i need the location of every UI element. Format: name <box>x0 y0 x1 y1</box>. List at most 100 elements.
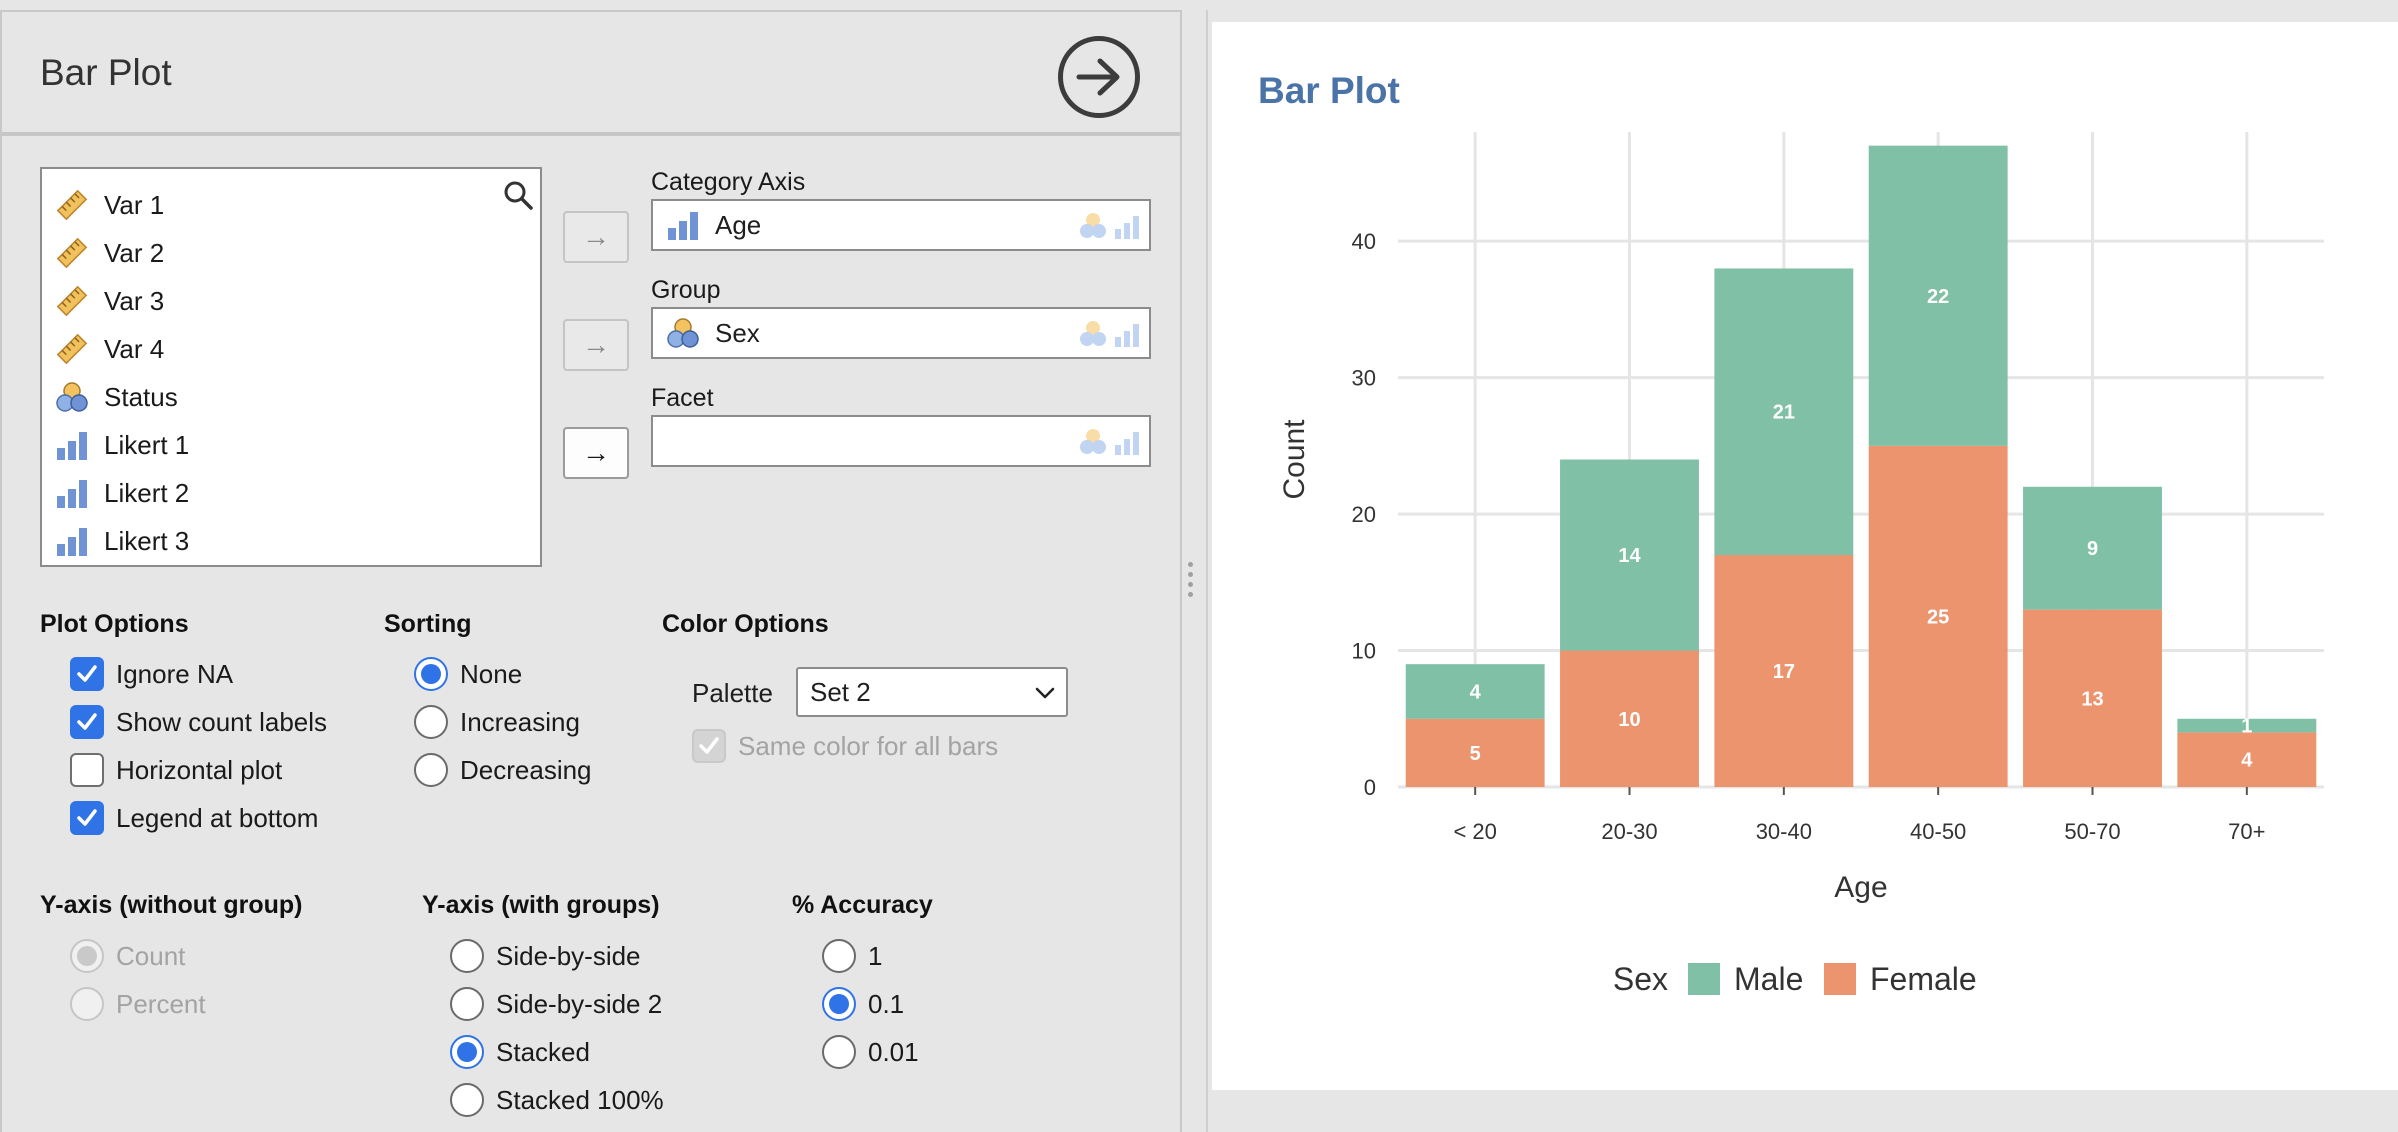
category-axis-label: Category Axis <box>651 168 806 196</box>
facet-field[interactable] <box>651 415 1151 467</box>
radio-selected-icon <box>414 657 448 691</box>
arrow-right-icon: → <box>582 329 610 360</box>
sorting-option-label: None <box>460 658 523 689</box>
radio-selected-icon <box>822 987 856 1021</box>
x-tick-label: 50-70 <box>2064 819 2120 844</box>
variable-item[interactable]: Var 1 <box>54 183 164 227</box>
panel-splitter[interactable] <box>1188 562 1194 597</box>
accuracy-0-01-radio[interactable]: 0.01 <box>822 1035 919 1069</box>
data-label: 22 <box>1927 286 1949 308</box>
y-axis-with-groups-title: Y-axis (with groups) <box>422 891 660 919</box>
facet-label: Facet <box>651 384 714 412</box>
variable-item[interactable]: Likert 1 <box>54 423 189 467</box>
show-count-labels-checkbox[interactable]: Show count labels <box>70 705 327 739</box>
y-without-group-option-label: Percent <box>116 988 206 1019</box>
accuracy-0-1-radio[interactable]: 0.1 <box>822 987 904 1021</box>
legend-at-bottom-checkbox[interactable]: Legend at bottom <box>70 801 318 835</box>
accuracy-option-label: 0.1 <box>868 988 905 1019</box>
options-panel: Bar Plot Var 1 Var 2 Var 3 Var 4 Status … <box>0 10 1182 1132</box>
variable-item[interactable]: Var 2 <box>54 231 164 275</box>
legend-label: Male <box>1734 961 1803 997</box>
variable-item[interactable]: Var 3 <box>54 279 164 323</box>
data-label: 14 <box>1618 545 1641 567</box>
category-axis-value: Age <box>715 209 762 240</box>
arrow-right-icon: → <box>582 221 610 252</box>
group-label: Group <box>651 276 721 304</box>
allowed-types-icon <box>1077 427 1141 457</box>
search-icon[interactable] <box>502 179 534 216</box>
bar-chart: 01020304054< 20101420-30172130-40252240-… <box>1278 132 2324 997</box>
ruler-icon <box>54 187 90 223</box>
variable-label: Likert 1 <box>104 429 190 460</box>
accuracy-option-label: 0.01 <box>868 1036 919 1067</box>
y-count-radio[interactable]: Count <box>70 939 185 973</box>
ruler-icon <box>54 331 90 367</box>
horizontal-plot-label: Horizontal plot <box>116 754 283 785</box>
data-label: 13 <box>2081 688 2103 710</box>
palette-select[interactable]: Set 2 <box>796 667 1068 717</box>
variable-item[interactable]: Var 4 <box>54 327 164 371</box>
data-label: 21 <box>1773 402 1795 424</box>
results-area: Bar Plot 0 10 20 30 40 5 4 < 20 10 14 20-30 17 21 30-… <box>1212 22 2398 1090</box>
sorting-increasing-radio[interactable]: Increasing <box>414 705 580 739</box>
palette-label: Palette <box>692 678 773 708</box>
same-color-checkbox[interactable]: Same color for all bars <box>692 729 998 763</box>
palette-value: Set 2 <box>810 676 871 707</box>
horizontal-plot-checkbox[interactable]: Horizontal plot <box>70 753 282 787</box>
data-label: 9 <box>2087 538 2098 560</box>
variable-label: Var 3 <box>104 285 165 316</box>
accuracy-1-radio[interactable]: 1 <box>822 939 882 973</box>
run-arrow-button[interactable] <box>1058 36 1140 118</box>
x-axis-label: Age <box>1834 871 1887 904</box>
move-to-group-button[interactable]: → <box>563 319 629 371</box>
ignore-na-checkbox[interactable]: Ignore NA <box>70 657 233 691</box>
checkbox-checked-icon <box>70 705 104 739</box>
variable-list[interactable]: Var 1 Var 2 Var 3 Var 4 Status Likert 1 … <box>40 167 542 567</box>
side-by-side-2-radio[interactable]: Side-by-side 2 <box>450 987 662 1021</box>
results-panel: Bar Plot 0 10 20 30 40 5 4 < 20 10 14 20-30 17 21 30-… <box>1206 10 2398 1132</box>
y-tick-label: 30 <box>1352 366 1376 391</box>
y-with-groups-option-label: Side-by-side <box>496 940 641 971</box>
checkbox-checked-icon <box>692 729 726 763</box>
stacked-radio[interactable]: Stacked <box>450 1035 590 1069</box>
checkbox-unchecked-icon <box>70 753 104 787</box>
data-label: 17 <box>1773 661 1795 683</box>
data-label: 25 <box>1927 606 1949 628</box>
variable-item[interactable]: Likert 3 <box>54 519 189 563</box>
variable-label: Status <box>104 381 178 412</box>
x-tick-label: 70+ <box>2228 819 2265 844</box>
radio-unselected-icon <box>822 939 856 973</box>
variable-label: Var 2 <box>104 237 165 268</box>
ruler-icon <box>54 283 90 319</box>
stacked-100-radio[interactable]: Stacked 100% <box>450 1083 664 1117</box>
checkbox-checked-icon <box>70 657 104 691</box>
variable-item[interactable]: Status <box>54 375 178 419</box>
x-tick-label: 20-30 <box>1601 819 1657 844</box>
show-count-labels-label: Show count labels <box>116 706 328 737</box>
radio-unselected-icon <box>822 1035 856 1069</box>
variable-item[interactable]: Likert 2 <box>54 471 189 515</box>
ordinal-icon <box>54 523 90 559</box>
move-to-category-button[interactable]: → <box>563 211 629 263</box>
nominal-icon <box>54 379 90 415</box>
allowed-types-icon <box>1077 211 1141 241</box>
side-by-side-radio[interactable]: Side-by-side <box>450 939 641 973</box>
y-tick-label: 0 <box>1364 775 1376 800</box>
y-tick-label: 20 <box>1352 502 1376 527</box>
move-to-facet-button[interactable]: → <box>563 427 629 479</box>
checkbox-checked-icon <box>70 801 104 835</box>
y-without-group-option-label: Count <box>116 940 186 971</box>
sorting-none-radio[interactable]: None <box>414 657 522 691</box>
variable-label: Likert 2 <box>104 477 190 508</box>
radio-unselected-icon <box>70 987 104 1021</box>
category-axis-field[interactable]: Age <box>651 199 1151 251</box>
group-field[interactable]: Sex <box>651 307 1151 359</box>
accuracy-title: % Accuracy <box>792 891 933 919</box>
y-percent-radio[interactable]: Percent <box>70 987 206 1021</box>
data-label: 4 <box>1470 681 1482 703</box>
x-tick-label: < 20 <box>1453 819 1496 844</box>
y-tick-label: 10 <box>1352 639 1376 664</box>
legend-swatch <box>1688 963 1720 995</box>
sorting-decreasing-radio[interactable]: Decreasing <box>414 753 592 787</box>
sorting-title: Sorting <box>384 610 472 638</box>
